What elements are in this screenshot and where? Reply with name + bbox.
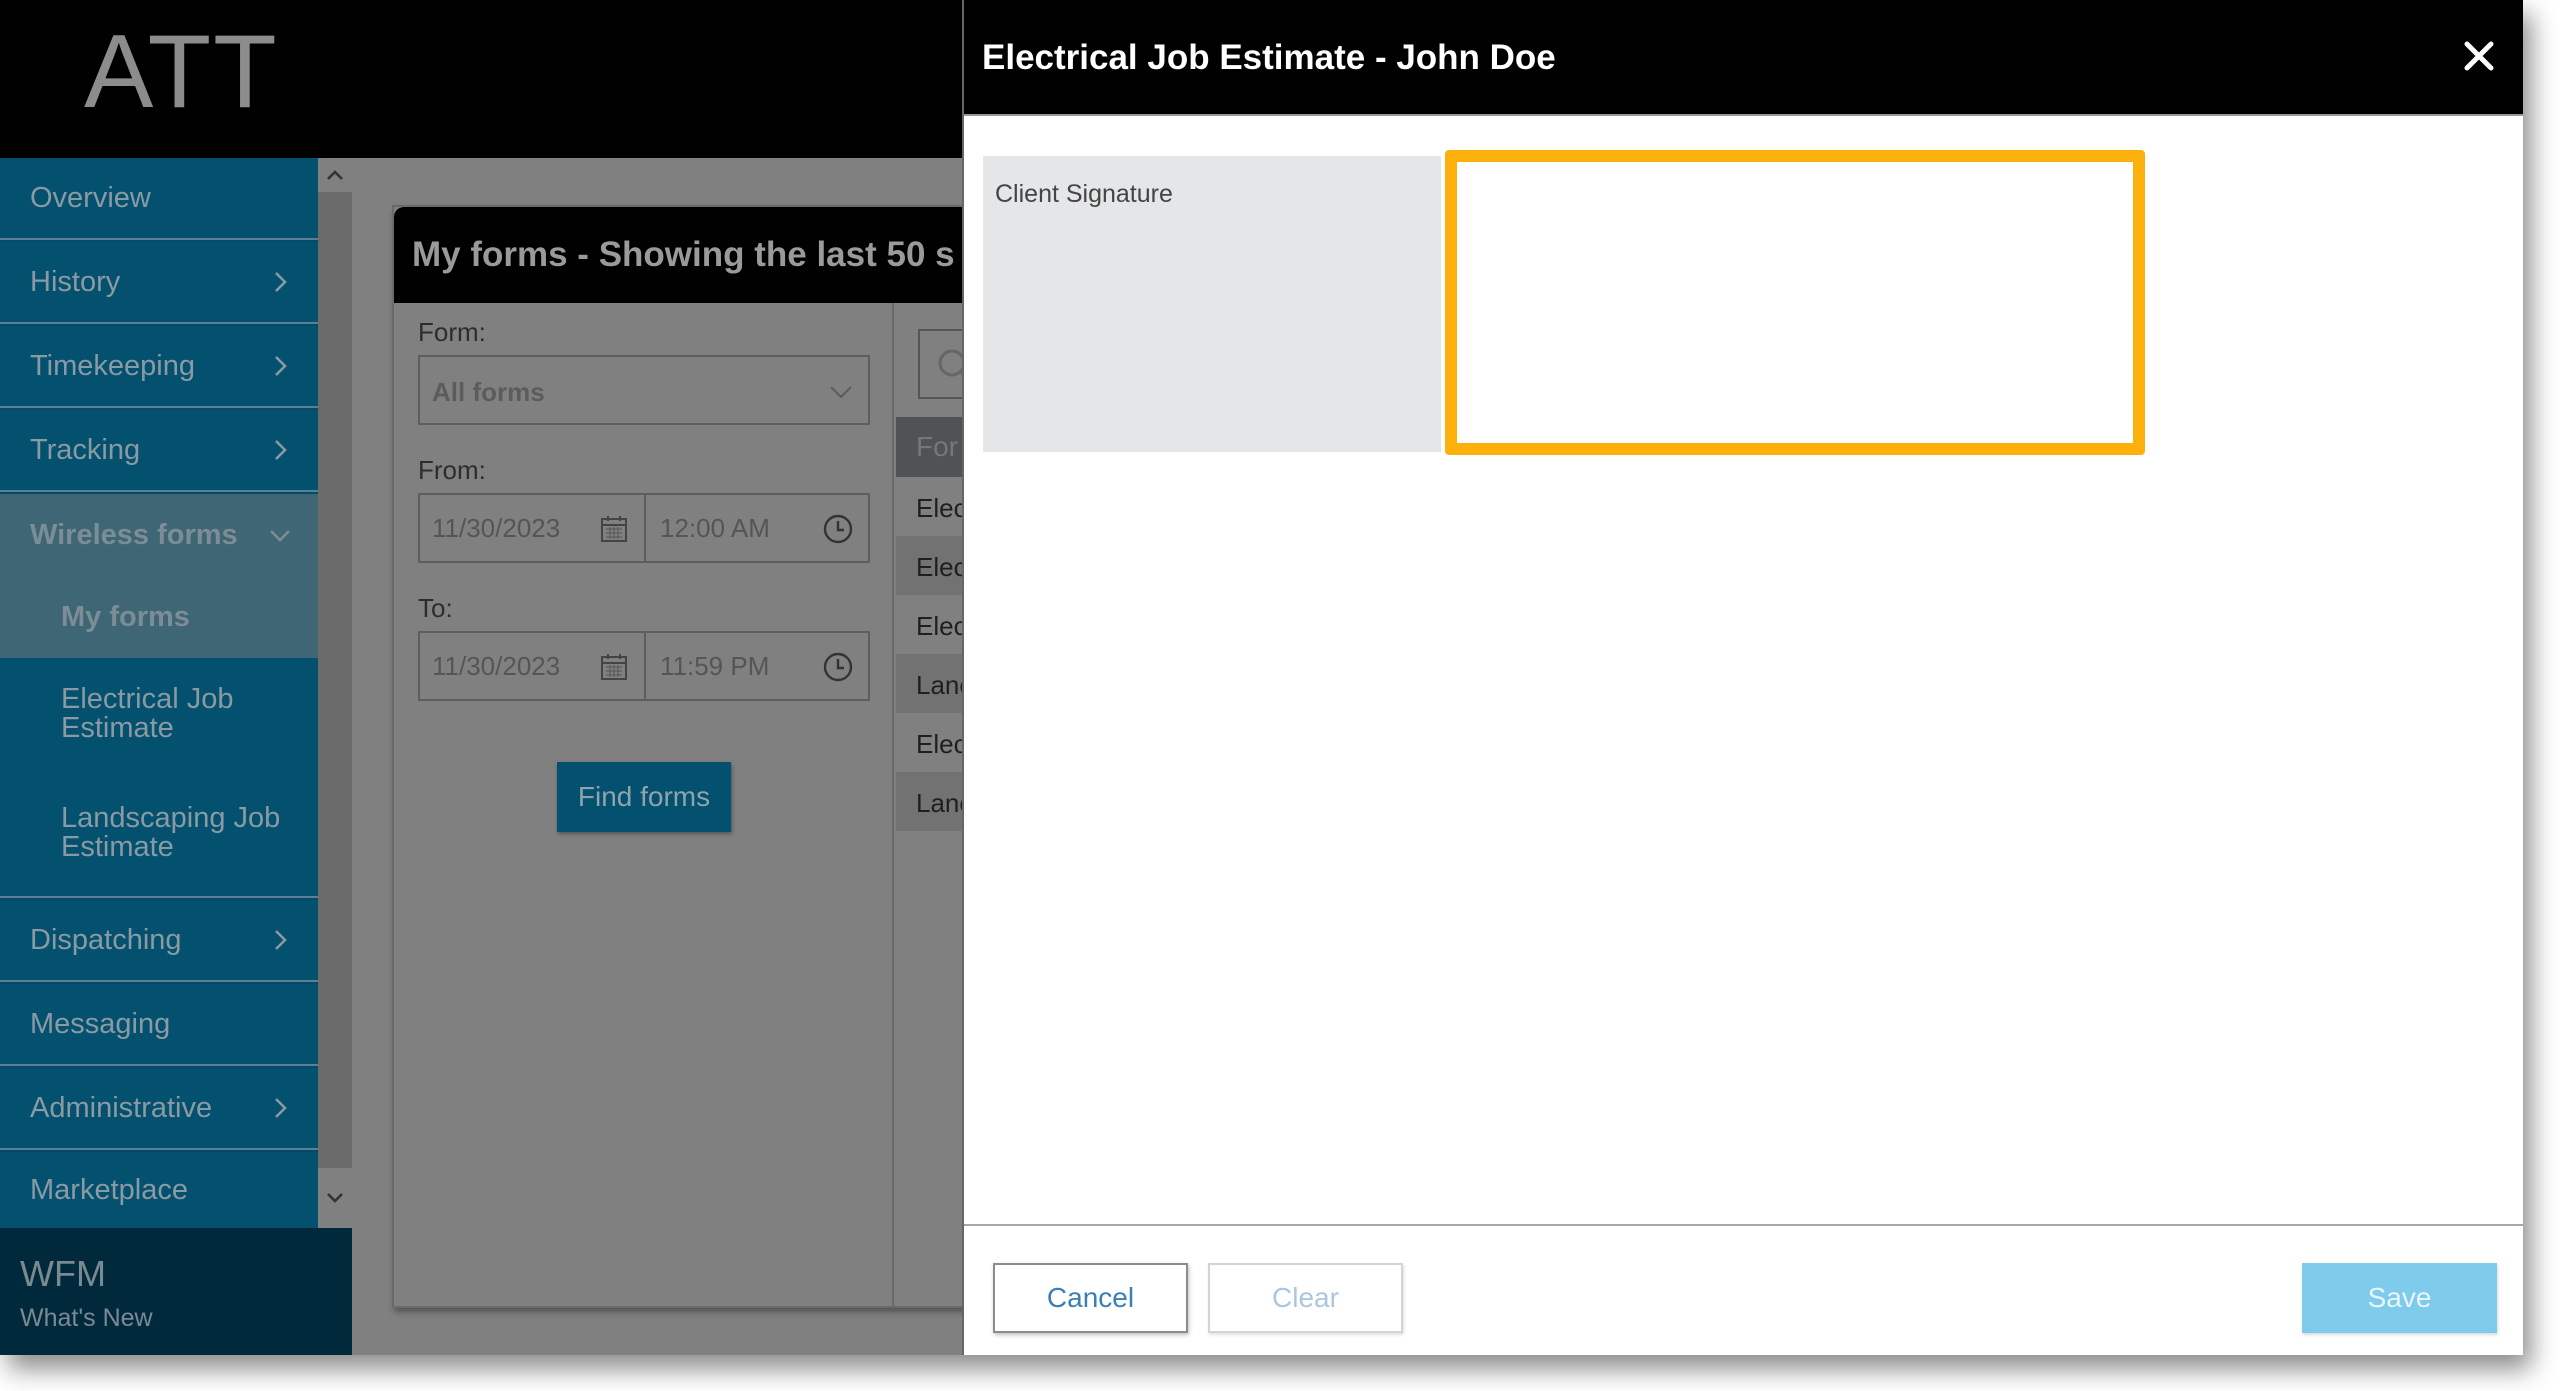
chevron-right-icon: [275, 1098, 287, 1118]
to-date-input[interactable]: 11/30/2023: [420, 633, 646, 699]
modal-title: Electrical Job Estimate - John Doe: [982, 38, 1556, 77]
calendar-icon[interactable]: [598, 513, 630, 545]
sidebar-nav: Overview History Timekeeping Tracking Wi…: [0, 158, 318, 1228]
find-forms-button[interactable]: Find forms: [557, 762, 731, 832]
from-time-input[interactable]: 12:00 AM: [648, 495, 868, 561]
save-button[interactable]: Save: [2302, 1263, 2497, 1333]
chevron-right-icon: [275, 272, 287, 292]
from-date-input[interactable]: 11/30/2023: [420, 495, 646, 561]
sidebar-item-label: Timekeeping: [30, 349, 195, 382]
sidebar-item-label: Tracking: [30, 433, 141, 466]
sidebar-item-overview[interactable]: Overview: [0, 158, 318, 240]
sidebar-item-wireless-forms[interactable]: Wireless forms: [0, 494, 318, 576]
clear-button[interactable]: Clear: [1208, 1263, 1403, 1333]
footer-divider: [964, 1224, 2523, 1226]
signature-pad[interactable]: [1445, 150, 2145, 455]
clock-icon[interactable]: [822, 513, 854, 545]
my-forms-panel: My forms - Showing the last 50 s Form: A…: [392, 205, 998, 1308]
sidebar-item-messaging[interactable]: Messaging: [0, 984, 318, 1066]
sidebar-item-electrical-job-estimate[interactable]: Electrical Job Estimate: [0, 658, 318, 770]
close-icon: [2464, 41, 2494, 71]
sidebar-scrollbar[interactable]: [318, 158, 352, 1228]
to-time-value: 11:59 PM: [660, 650, 770, 681]
forms-panel-title: My forms - Showing the last 50 s: [412, 235, 955, 274]
close-button[interactable]: [2457, 34, 2501, 78]
form-label: Form:: [418, 317, 486, 347]
chevron-down-icon: [270, 530, 290, 542]
sidebar-item-label: Marketplace: [30, 1173, 188, 1206]
form-select[interactable]: All forms: [418, 355, 870, 425]
chevron-right-icon: [275, 930, 287, 950]
sidebar-item-label: Dispatching: [30, 923, 182, 956]
chevron-down-icon: [327, 1193, 343, 1203]
chevron-right-icon: [275, 440, 287, 460]
sidebar-item-label: Wireless forms: [30, 518, 238, 551]
sidebar-item-timekeeping[interactable]: Timekeeping: [0, 326, 318, 408]
chevron-right-icon: [275, 356, 287, 376]
form-select-value: All forms: [432, 377, 545, 407]
sidebar-item-dispatching[interactable]: Dispatching: [0, 900, 318, 982]
app-logo: ATT: [84, 14, 279, 130]
sidebar-item-marketplace[interactable]: Marketplace: [0, 1152, 318, 1228]
sidebar-item-label: Landscaping Job Estimate: [61, 802, 281, 863]
form-modal: Electrical Job Estimate - John Doe Clien…: [962, 0, 2523, 1355]
sidebar-item-landscaping-job-estimate[interactable]: Landscaping Job Estimate: [0, 770, 318, 898]
forms-panel-header: My forms - Showing the last 50 s: [394, 207, 990, 303]
sidebar-item-history[interactable]: History: [0, 242, 318, 324]
scroll-down-button[interactable]: [318, 1168, 352, 1228]
sidebar-item-label: Electrical Job Estimate: [61, 683, 234, 744]
sidebar-item-my-forms[interactable]: My forms: [0, 576, 318, 658]
clock-icon[interactable]: [822, 651, 854, 683]
scroll-up-button[interactable]: [318, 158, 352, 192]
scrollbar-thumb[interactable]: [318, 192, 352, 1168]
to-date-value: 11/30/2023: [432, 650, 561, 681]
wfm-title: WFM: [20, 1253, 106, 1294]
wfm-footer: WFM What's New: [0, 1228, 352, 1355]
modal-header: Electrical Job Estimate - John Doe: [964, 0, 2523, 116]
from-label: From:: [418, 455, 486, 485]
signature-label: Client Signature: [995, 180, 1173, 208]
sidebar-item-label: Messaging: [30, 1007, 171, 1040]
from-date-value: 11/30/2023: [432, 512, 561, 543]
sidebar-item-label: History: [30, 265, 121, 298]
cancel-button[interactable]: Cancel: [993, 1263, 1188, 1333]
to-label: To:: [418, 593, 453, 623]
signature-label-cell: Client Signature: [983, 156, 1441, 452]
to-time-input[interactable]: 11:59 PM: [648, 633, 868, 699]
sidebar-item-tracking[interactable]: Tracking: [0, 410, 318, 492]
to-datetime: 11/30/2023 11:59 PM: [418, 631, 870, 701]
sidebar-item-label: My forms: [61, 600, 190, 633]
whats-new-link[interactable]: What's New: [20, 1304, 352, 1333]
chevron-down-icon: [830, 386, 852, 399]
chevron-up-icon: [327, 170, 343, 180]
sidebar-item-label: Administrative: [30, 1091, 213, 1124]
calendar-icon[interactable]: [598, 651, 630, 683]
from-datetime: 11/30/2023 12:00 AM: [418, 493, 870, 563]
app-window: ATT Overview History Timekeeping Trackin…: [0, 0, 2523, 1355]
sidebar-item-label: Overview: [30, 181, 151, 214]
sidebar-item-administrative[interactable]: Administrative: [0, 1068, 318, 1150]
forms-filter: Form: All forms From: 11/30/2023 12:00 A…: [394, 303, 894, 1308]
app-header: ATT: [0, 0, 962, 158]
from-time-value: 12:00 AM: [660, 512, 770, 543]
